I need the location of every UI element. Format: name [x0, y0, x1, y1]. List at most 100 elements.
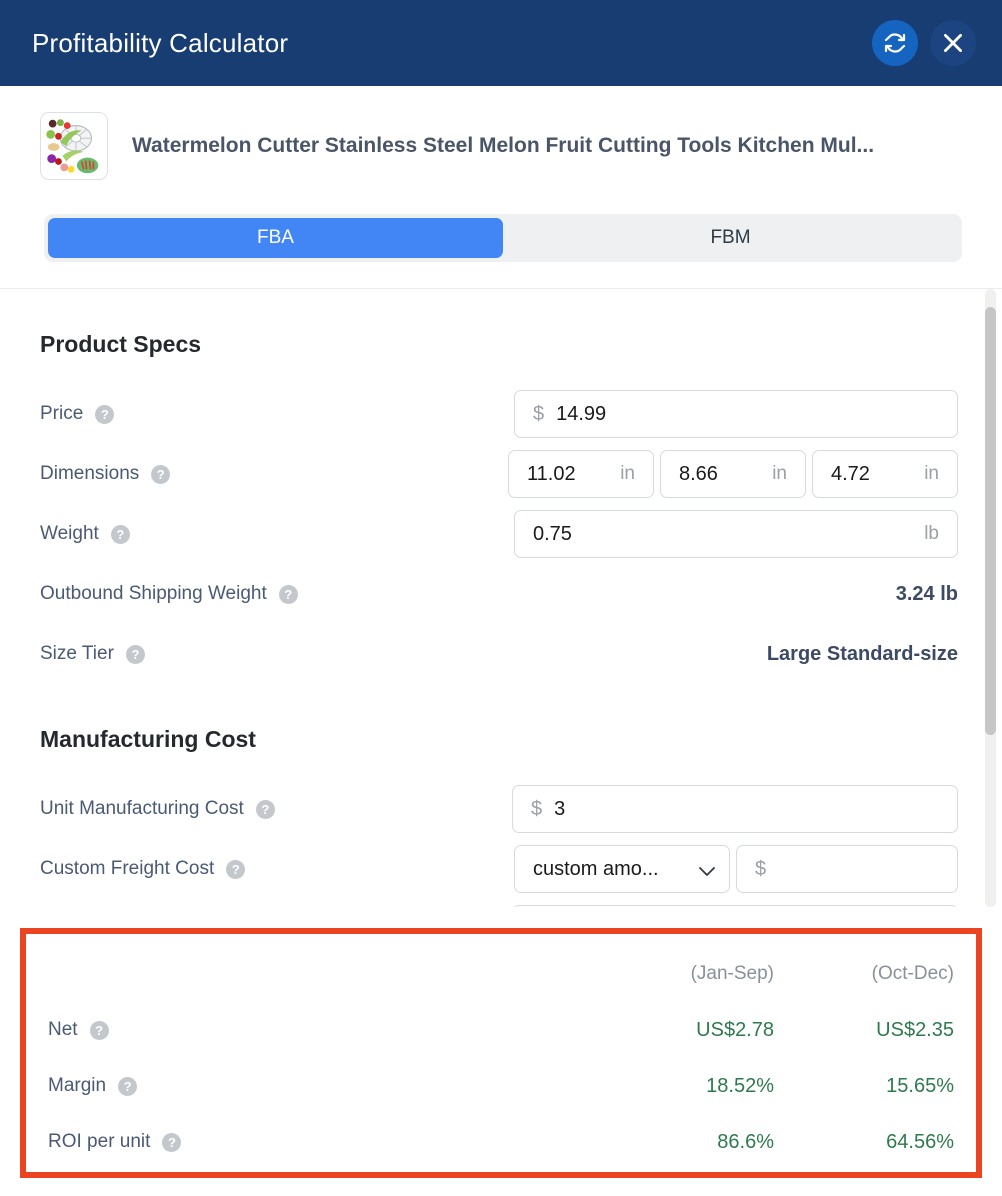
partial-input[interactable]	[512, 905, 958, 907]
product-specs-heading: Product Specs	[40, 331, 202, 357]
price-label: Price	[40, 403, 84, 424]
fulfillment-segmented-control: FBA FBM	[44, 214, 962, 262]
help-icon[interactable]: ?	[255, 799, 275, 819]
size-tier-label: Size Tier	[40, 643, 114, 664]
dimensions-row: Dimensions ? 11.02 in 8.66 in 4.72 in	[40, 444, 958, 504]
fulfillment-tabs: FBA FBM	[0, 180, 1002, 288]
vertical-scrollbar[interactable]	[985, 289, 996, 907]
custom-freight-cost-row: Custom Freight Cost ? custom amo... $	[40, 839, 958, 899]
roi-per-unit-label-group: ROI per unit ?	[48, 1131, 594, 1153]
weight-label: Weight	[40, 523, 99, 544]
price-input[interactable]: $ 14.99	[514, 390, 958, 438]
help-icon[interactable]: ?	[110, 524, 130, 544]
unit-label: in	[924, 463, 939, 484]
help-icon[interactable]: ?	[125, 644, 145, 664]
dimension-length-value: 11.02	[527, 462, 576, 485]
roi-oct-dec-value: 64.56%	[886, 1130, 954, 1153]
custom-freight-fields: custom amo... $	[514, 845, 958, 893]
help-icon[interactable]: ?	[89, 1020, 109, 1040]
dimension-fields: 11.02 in 8.66 in 4.72 in	[508, 450, 958, 498]
close-button[interactable]	[930, 20, 976, 66]
product-title: Watermelon Cutter Stainless Steel Melon …	[132, 133, 875, 157]
scrollbar-thumb[interactable]	[985, 307, 996, 735]
price-label-group: Price ?	[40, 403, 514, 425]
product-header: Watermelon Cutter Stainless Steel Melon …	[0, 86, 1002, 180]
freight-type-value: custom amo...	[533, 857, 659, 880]
column-header-jan-sep: (Jan-Sep)	[690, 963, 774, 984]
unit-manufacturing-cost-label: Unit Manufacturing Cost	[40, 798, 244, 819]
roi-jan-sep-value: 86.6%	[717, 1130, 774, 1153]
size-tier-value: Large Standard-size	[766, 642, 958, 665]
refresh-icon	[883, 31, 907, 55]
margin-label-group: Margin ?	[48, 1075, 594, 1097]
window-titlebar: Profitability Calculator	[0, 0, 1002, 86]
product-row: Watermelon Cutter Stainless Steel Melon …	[40, 112, 970, 180]
dimensions-label-group: Dimensions ?	[40, 463, 508, 485]
tab-fba[interactable]: FBA	[48, 218, 503, 258]
unit-label: in	[772, 463, 787, 484]
manufacturing-cost-heading: Manufacturing Cost	[40, 726, 256, 752]
product-thumbnail[interactable]	[40, 112, 108, 180]
refresh-button[interactable]	[872, 20, 918, 66]
unit-manufacturing-cost-value: 3	[554, 797, 566, 820]
unit-manufacturing-cost-label-group: Unit Manufacturing Cost ?	[40, 798, 512, 820]
dimensions-label: Dimensions	[40, 463, 140, 484]
outbound-shipping-weight-row: Outbound Shipping Weight ? 3.24 lb	[40, 564, 958, 624]
size-tier-row: Size Tier ? Large Standard-size	[40, 624, 958, 684]
freight-amount-input[interactable]: $	[736, 845, 958, 893]
help-icon[interactable]: ?	[226, 859, 246, 879]
table-row: ROI per unit ? 86.6% 64.56%	[48, 1114, 954, 1170]
calculator-body: Product Specs Price ? $ 14.99 Dimensions…	[0, 289, 1002, 907]
tab-fbm[interactable]: FBM	[503, 218, 958, 258]
price-value: 14.99	[556, 402, 607, 425]
dimension-height-value: 4.72	[831, 462, 870, 485]
net-oct-dec-value: US$2.35	[876, 1018, 954, 1041]
currency-symbol: $	[755, 857, 767, 880]
help-icon[interactable]: ?	[95, 404, 115, 424]
product-thumbnail-image	[41, 113, 107, 179]
column-header-oct-dec: (Oct-Dec)	[871, 963, 954, 984]
unit-label: in	[620, 463, 635, 484]
weight-label-group: Weight ?	[40, 523, 514, 545]
dimension-height-input[interactable]: 4.72 in	[812, 450, 958, 498]
net-jan-sep-value: US$2.78	[696, 1018, 774, 1041]
margin-oct-dec-value: 15.65%	[886, 1074, 954, 1097]
results-panel: (Jan-Sep) (Oct-Dec) Net ? US$2.78 US$2.3…	[20, 928, 982, 1178]
outbound-shipping-weight-label-group: Outbound Shipping Weight ?	[40, 583, 896, 605]
custom-freight-cost-label: Custom Freight Cost	[40, 858, 215, 879]
next-field-row-partial	[40, 899, 958, 907]
size-tier-label-group: Size Tier ?	[40, 643, 767, 665]
profitability-calculator-window: Profitability Calculator Watermelon Cutt…	[0, 0, 1002, 1196]
unit-manufacturing-cost-input[interactable]: $ 3	[512, 785, 958, 833]
currency-symbol: $	[533, 402, 545, 425]
weight-value: 0.75	[533, 522, 572, 545]
margin-label: Margin	[48, 1075, 107, 1096]
dimension-length-input[interactable]: 11.02 in	[508, 450, 654, 498]
help-icon[interactable]: ?	[118, 1076, 138, 1096]
net-label-group: Net ?	[48, 1019, 594, 1041]
price-row: Price ? $ 14.99	[40, 384, 958, 444]
close-icon	[940, 30, 966, 56]
weight-unit: lb	[924, 523, 939, 544]
roi-per-unit-label: ROI per unit	[48, 1131, 151, 1152]
weight-input[interactable]: 0.75 lb	[514, 510, 958, 558]
outbound-shipping-weight-value: 3.24 lb	[895, 582, 958, 605]
help-icon[interactable]: ?	[162, 1132, 182, 1152]
table-row: Net ? US$2.78 US$2.35	[48, 1002, 954, 1058]
net-label: Net	[48, 1019, 78, 1040]
chevron-down-icon	[699, 864, 715, 876]
table-row: Margin ? 18.52% 15.65%	[48, 1058, 954, 1114]
margin-jan-sep-value: 18.52%	[706, 1074, 774, 1097]
custom-freight-cost-label-group: Custom Freight Cost ?	[40, 858, 514, 880]
results-table: (Jan-Sep) (Oct-Dec) Net ? US$2.78 US$2.3…	[26, 934, 976, 1170]
help-icon[interactable]: ?	[151, 464, 171, 484]
results-header-row: (Jan-Sep) (Oct-Dec)	[48, 946, 954, 1002]
dimension-width-input[interactable]: 8.66 in	[660, 450, 806, 498]
outbound-shipping-weight-label: Outbound Shipping Weight	[40, 583, 267, 604]
help-icon[interactable]: ?	[278, 584, 298, 604]
freight-type-select[interactable]: custom amo...	[514, 845, 730, 893]
unit-manufacturing-cost-row: Unit Manufacturing Cost ? $ 3	[40, 779, 958, 839]
dimension-width-value: 8.66	[679, 462, 718, 485]
weight-row: Weight ? 0.75 lb	[40, 504, 958, 564]
currency-symbol: $	[531, 797, 543, 820]
